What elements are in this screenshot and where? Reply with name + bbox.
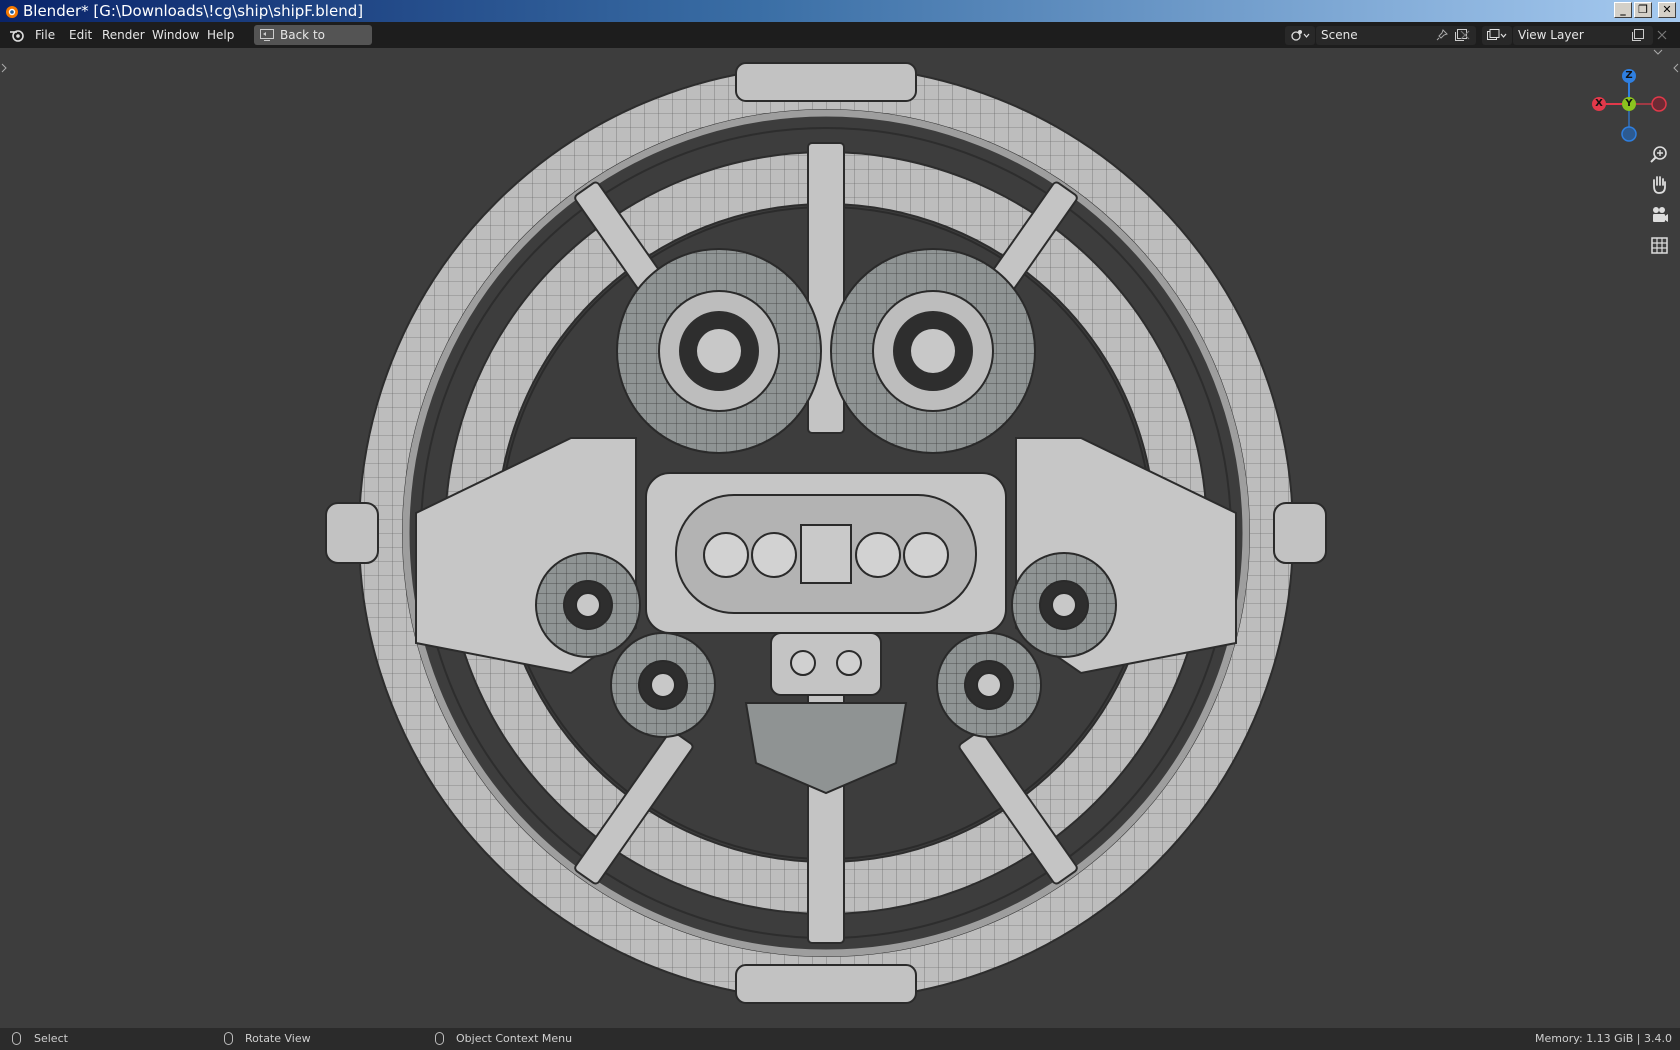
menu-edit[interactable]: Edit	[69, 22, 92, 48]
status-bar: Select Rotate View Object Context Menu M…	[0, 1028, 1680, 1050]
status-memory: Memory: 1.13 GiB | 3.4.0	[1535, 1032, 1672, 1045]
pin-icon[interactable]	[1436, 29, 1448, 41]
mouse-middle-icon	[224, 1032, 233, 1045]
restore-button[interactable]: ❐	[1634, 2, 1652, 18]
mouse-right-icon	[435, 1032, 444, 1045]
status-rotate-view: Rotate View	[245, 1032, 311, 1045]
scene-close-icon[interactable]	[1460, 30, 1470, 40]
close-window-button[interactable]: ✕	[1658, 2, 1676, 18]
zoom-icon	[1650, 146, 1667, 163]
window-title: Blender* [G:\Downloads\!cg\ship\shipF.bl…	[23, 2, 364, 20]
menu-window[interactable]: Window	[152, 22, 199, 48]
view-layer-name-field[interactable]: View Layer	[1513, 26, 1653, 45]
view-layer-name: View Layer	[1518, 28, 1584, 42]
scene-name-field[interactable]: Scene	[1316, 26, 1476, 45]
menu-file[interactable]: File	[35, 22, 55, 48]
top-menubar: File Edit Render Window Help Back to Pre…	[0, 22, 1680, 62]
minimize-button[interactable]: _	[1614, 2, 1632, 18]
grid-icon	[1651, 237, 1668, 254]
view-layer-close-icon[interactable]	[1657, 30, 1667, 40]
mouse-left-icon	[12, 1032, 21, 1045]
blender-logo-icon	[6, 6, 18, 18]
menu-render[interactable]: Render	[102, 22, 145, 48]
zoom-button[interactable]	[1646, 142, 1672, 168]
view-layer-copy-icon[interactable]	[1631, 28, 1645, 42]
status-select: Select	[34, 1032, 68, 1045]
camera-view-button[interactable]	[1646, 202, 1672, 228]
blender-menu-icon[interactable]	[9, 28, 25, 42]
back-to-previous-button[interactable]: Back to Previous	[254, 25, 372, 62]
status-context-menu: Object Context Menu	[456, 1032, 573, 1045]
spaceship-model[interactable]	[0, 48, 1680, 1028]
3d-viewport[interactable]: Z X Y	[0, 48, 1680, 1028]
scene-browse-button[interactable]	[1285, 26, 1315, 45]
back-icon	[260, 29, 274, 41]
scene-name: Scene	[1321, 28, 1358, 42]
menu-help[interactable]: Help	[207, 22, 234, 48]
scene-icon	[1291, 30, 1310, 41]
gizmo-x-axis[interactable]: X	[1592, 97, 1606, 111]
ortho-toggle-button[interactable]	[1646, 232, 1672, 258]
view-layer-browse-button[interactable]	[1482, 26, 1512, 45]
camera-icon	[1653, 207, 1668, 222]
gizmo-z-axis[interactable]: Z	[1622, 69, 1636, 83]
view-layer-icon	[1487, 29, 1507, 40]
pan-button[interactable]	[1646, 172, 1672, 198]
window-titlebar: Blender* [G:\Downloads\!cg\ship\shipF.bl…	[0, 0, 1680, 22]
gizmo-y-axis[interactable]: Y	[1622, 97, 1636, 111]
hand-icon	[1653, 176, 1666, 194]
